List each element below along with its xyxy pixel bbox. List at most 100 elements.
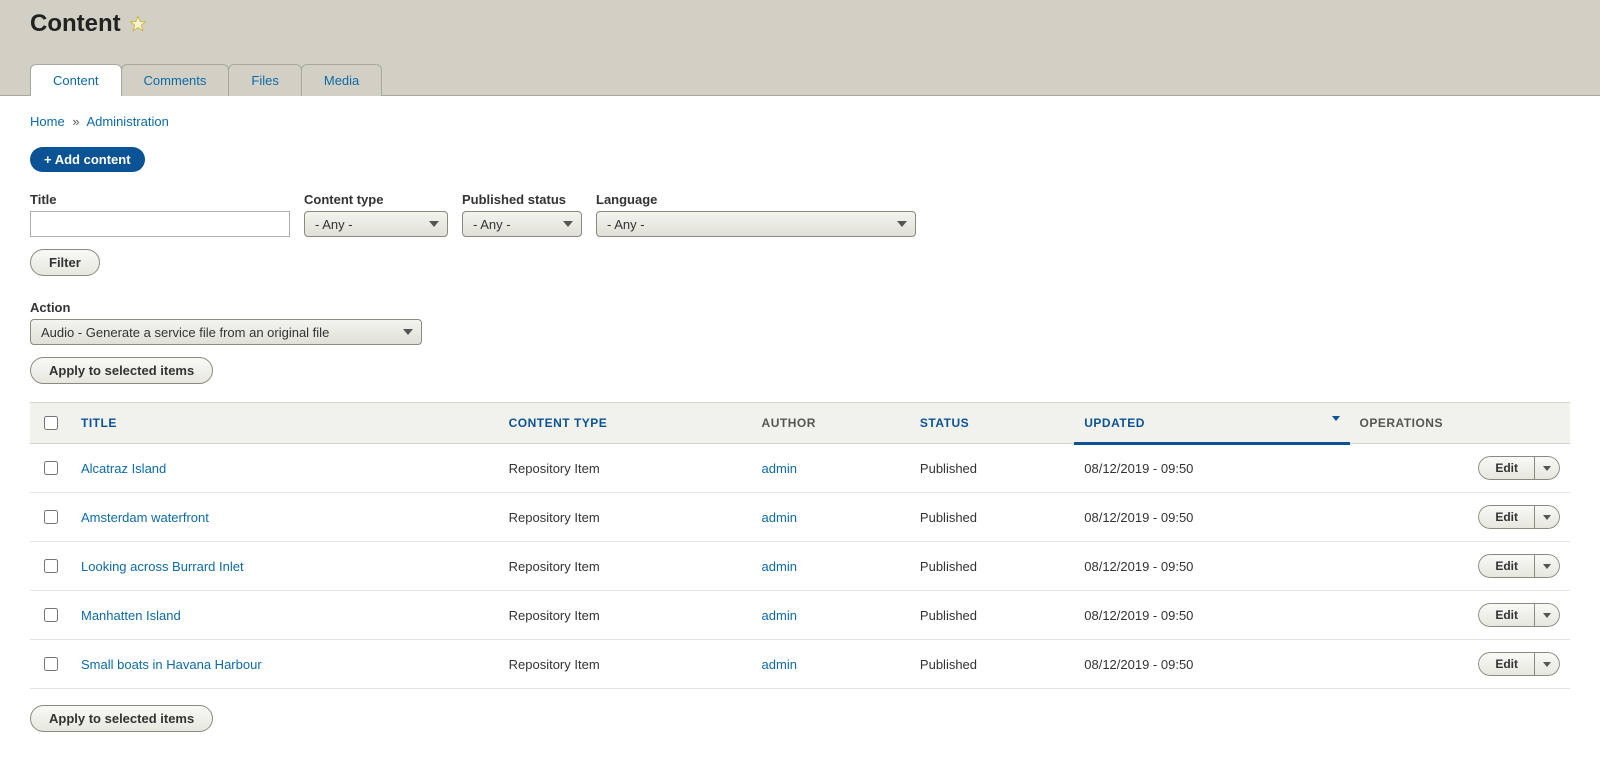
sort-desc-icon [1332,416,1340,421]
filters: Title Content type - Any - Published sta… [30,192,1570,237]
row-title-link[interactable]: Amsterdam waterfront [81,510,209,525]
row-title-link[interactable]: Small boats in Havana Harbour [81,657,262,672]
row-status: Published [910,444,1074,493]
operations-button: Edit [1478,652,1560,676]
add-content-button[interactable]: + Add content [30,147,145,172]
row-author-link[interactable]: admin [762,608,797,623]
row-title-link[interactable]: Looking across Burrard Inlet [81,559,244,574]
row-checkbox[interactable] [44,608,58,622]
select-all-checkbox[interactable] [44,416,58,430]
row-checkbox[interactable] [44,510,58,524]
tab-label: Files [251,73,278,88]
content-type-select[interactable]: - Any - [304,211,448,237]
chevron-down-icon [1543,613,1551,618]
row-status: Published [910,640,1074,689]
chevron-down-icon [1543,515,1551,520]
edit-button[interactable]: Edit [1478,603,1534,627]
row-author-link[interactable]: admin [762,559,797,574]
chevron-down-icon [1543,466,1551,471]
table-row: Looking across Burrard Inlet Repository I… [30,542,1570,591]
filter-button[interactable]: Filter [30,249,100,276]
published-status-select[interactable]: - Any - [462,211,582,237]
operations-dropdown-toggle[interactable] [1534,603,1560,627]
language-select[interactable]: - Any - [596,211,916,237]
content-region: Home » Administration + Add content Titl… [0,96,1600,762]
tab-comments[interactable]: Comments [121,64,230,96]
col-title[interactable]: TITLE [71,403,499,444]
filter-published-status: Published status - Any - [462,192,582,237]
table-row: Amsterdam waterfrontRepository Itemadmin… [30,493,1570,542]
row-title-link[interactable]: Manhatten Island [81,608,181,623]
filter-language-label: Language [596,192,916,207]
breadcrumb-home[interactable]: Home [30,114,65,129]
table-row: Small boats in Havana Harbour Repository … [30,640,1570,689]
operations-dropdown-toggle[interactable] [1534,652,1560,676]
edit-button[interactable]: Edit [1478,652,1534,676]
action-label: Action [30,300,1570,315]
row-author-link[interactable]: admin [762,657,797,672]
tabs: Content Comments Files Media [30,63,1570,95]
col-updated-label: UPDATED [1084,416,1145,430]
filter-title: Title [30,192,290,237]
edit-button[interactable]: Edit [1478,554,1534,578]
content-table: TITLE CONTENT TYPE AUTHOR STATUS UPDATED… [30,402,1570,689]
published-status-value: - Any - [473,217,511,232]
col-status-label: STATUS [920,416,969,430]
row-updated: 08/12/2019 - 09:50 [1074,591,1349,640]
row-checkbox[interactable] [44,559,58,573]
breadcrumb: Home » Administration [30,114,1570,129]
chevron-down-icon [1543,662,1551,667]
filter-title-label: Title [30,192,290,207]
row-status: Published [910,591,1074,640]
page-title-row: Content [30,10,1570,63]
col-status[interactable]: STATUS [910,403,1074,444]
chevron-down-icon [403,329,413,335]
col-author-label: AUTHOR [762,416,816,430]
operations-dropdown-toggle[interactable] [1534,505,1560,529]
edit-button[interactable]: Edit [1478,456,1534,480]
title-input[interactable] [30,211,290,237]
operations-dropdown-toggle[interactable] [1534,456,1560,480]
col-ctype-label: CONTENT TYPE [509,416,608,430]
row-content-type: Repository Item [499,542,752,591]
row-content-type: Repository Item [499,640,752,689]
col-title-label: TITLE [81,416,117,430]
row-author-link[interactable]: admin [762,510,797,525]
row-content-type: Repository Item [499,591,752,640]
chevron-down-icon [897,221,907,227]
col-updated[interactable]: UPDATED [1074,403,1349,444]
star-icon[interactable] [129,15,147,33]
row-title-link[interactable]: Alcatraz Island [81,461,166,476]
tab-label: Comments [144,73,207,88]
table-row: Alcatraz Island Repository Item admin Publi… [30,444,1570,493]
row-content-type: Repository Item [499,444,752,493]
row-updated: 08/12/2019 - 09:50 [1074,640,1349,689]
row-updated: 08/12/2019 - 09:50 [1074,493,1349,542]
chevron-down-icon [563,221,573,227]
operations-button: Edit [1478,456,1560,480]
page-title: Content [30,10,121,38]
tab-content[interactable]: Content [30,64,122,96]
header-region: Content Content Comments Files Media [0,0,1600,96]
action-select[interactable]: Audio - Generate a service file from an … [30,319,422,345]
row-checkbox[interactable] [44,461,58,475]
operations-button: Edit [1478,554,1560,578]
tab-media[interactable]: Media [301,64,382,96]
action-value: Audio - Generate a service file from an … [41,325,329,340]
breadcrumb-admin[interactable]: Administration [86,114,168,129]
row-status: Published [910,542,1074,591]
row-checkbox[interactable] [44,657,58,671]
col-content-type[interactable]: CONTENT TYPE [499,403,752,444]
edit-button[interactable]: Edit [1478,505,1534,529]
apply-selected-button-bottom[interactable]: Apply to selected items [30,705,213,732]
operations-dropdown-toggle[interactable] [1534,554,1560,578]
row-status: Published [910,493,1074,542]
col-ops-label: OPERATIONS [1360,416,1443,430]
filter-language: Language - Any - [596,192,916,237]
tab-files[interactable]: Files [228,64,301,96]
row-author-link[interactable]: admin [762,461,797,476]
operations-button: Edit [1478,603,1560,627]
chevron-down-icon [1543,564,1551,569]
col-checkbox [30,403,71,444]
apply-selected-button-top[interactable]: Apply to selected items [30,357,213,384]
